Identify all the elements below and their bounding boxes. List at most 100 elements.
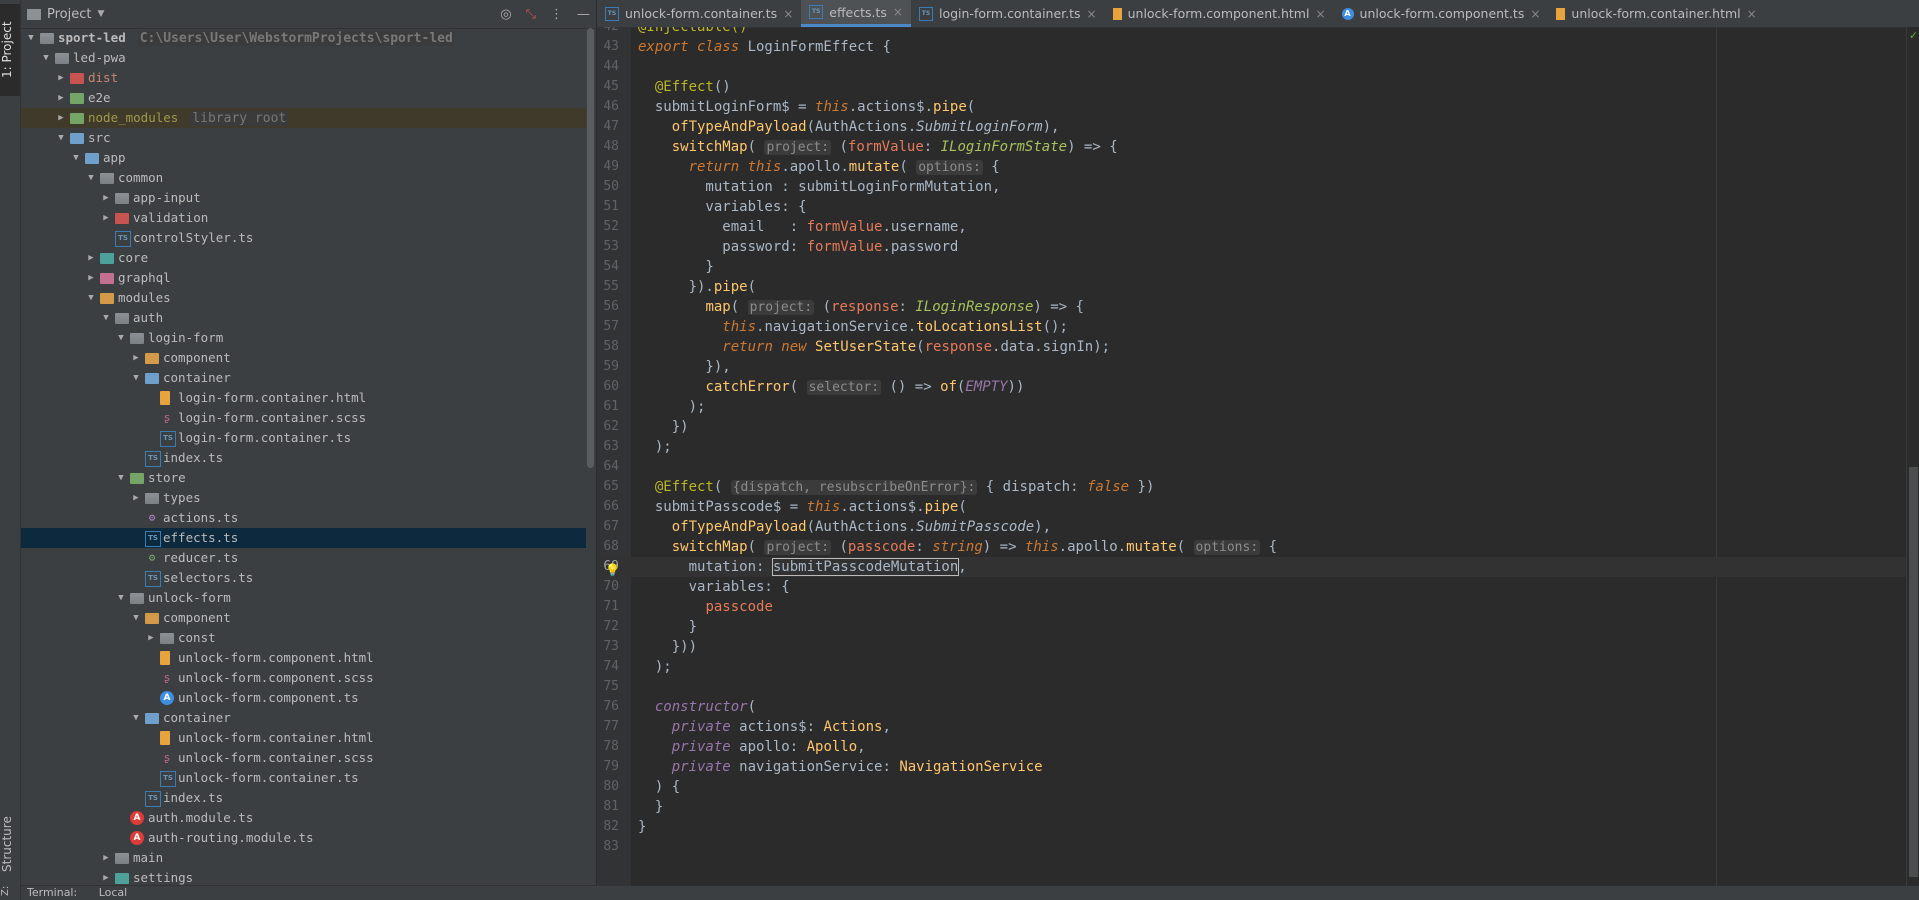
code-line[interactable]: 48 switchMap( project: (formValue: ILogi… [597, 137, 1919, 157]
tree-item[interactable]: ⚙ actions.ts [21, 508, 586, 528]
editor-tab[interactable]: unlock-form.container.html × [1548, 0, 1764, 27]
tree-item[interactable]: ʂ login-form.container.scss [21, 408, 586, 428]
close-icon[interactable]: × [783, 7, 793, 21]
tree-item[interactable]: ▶ app-input [21, 188, 586, 208]
code-line[interactable]: 55 }).pipe( [597, 277, 1919, 297]
code-line[interactable]: 43 export class LoginFormEffect { [597, 37, 1919, 57]
tree-item[interactable]: TS unlock-form.container.ts [21, 768, 586, 788]
terminal-tab[interactable]: Terminal: [27, 886, 77, 899]
code-line[interactable]: 60 catchError( selector: () => of(EMPTY)… [597, 377, 1919, 397]
tree-item[interactable]: ▼ modules [21, 288, 586, 308]
code-area[interactable]: 42 @Injectable() 43 export class LoginFormE… [597, 27, 1919, 886]
code-line[interactable]: 80 ) { [597, 777, 1919, 797]
tree-item[interactable]: ▼ app [21, 148, 586, 168]
terminal-local-tab[interactable]: Local [99, 886, 128, 899]
code-line[interactable]: 53 password: formValue.password [597, 237, 1919, 257]
code-line[interactable]: 58 return new SetUserState(response.data… [597, 337, 1919, 357]
code-line[interactable]: 78 private apollo: Apollo, [597, 737, 1919, 757]
tree-item[interactable]: TS controlStyler.ts [21, 228, 586, 248]
tree-item[interactable]: TS login-form.container.ts [21, 428, 586, 448]
editor-tab[interactable]: TS login-form.container.ts × [911, 0, 1105, 27]
code-line[interactable]: 67 ofTypeAndPayload(AuthActions.SubmitPa… [597, 517, 1919, 537]
code-line[interactable]: 57 this.navigationService.toLocationsLis… [597, 317, 1919, 337]
tree-item[interactable]: ▼ login-form [21, 328, 586, 348]
expanded-arrow-icon[interactable]: ▼ [115, 588, 127, 608]
expanded-arrow-icon[interactable]: ▼ [85, 288, 97, 308]
collapse-all-icon[interactable]: ⤡ [526, 7, 536, 22]
collapsed-arrow-icon[interactable]: ▶ [55, 88, 67, 108]
tree-item[interactable]: ▶ dist [21, 68, 586, 88]
expanded-arrow-icon[interactable]: ▼ [130, 368, 142, 388]
tree-item[interactable]: ▼ component [21, 608, 586, 628]
close-icon[interactable]: × [893, 5, 903, 19]
editor-scrollbar-thumb[interactable] [1909, 467, 1918, 877]
tree-item[interactable]: unlock-form.container.html [21, 728, 586, 748]
tree-item[interactable]: ▶ main [21, 848, 586, 868]
code-line[interactable]: 62 }) [597, 417, 1919, 437]
project-view-selector[interactable]: Project ▼ [27, 7, 104, 22]
code-line[interactable]: 59 }), [597, 357, 1919, 377]
tree-item[interactable]: TS effects.ts [21, 528, 586, 548]
expanded-arrow-icon[interactable]: ▼ [70, 148, 82, 168]
tree-item[interactable]: ▶ node_modules library root [21, 108, 586, 128]
tree-item[interactable]: Aauth-routing.module.ts [21, 828, 586, 848]
tree-item[interactable]: ▶ validation [21, 208, 586, 228]
code-line[interactable]: 76 constructor( [597, 697, 1919, 717]
collapsed-arrow-icon[interactable]: ▶ [55, 68, 67, 88]
tree-item[interactable]: TS index.ts [21, 788, 586, 808]
code-line[interactable]: 45 @Effect() [597, 77, 1919, 97]
tree-item[interactable]: ▼ store [21, 468, 586, 488]
code-line[interactable]: 56 map( project: (response: ILoginRespon… [597, 297, 1919, 317]
collapsed-arrow-icon[interactable]: ▶ [55, 108, 67, 128]
editor-tab[interactable]: TS unlock-form.container.ts × [597, 0, 801, 27]
code-line[interactable]: 79 private navigationService: Navigation… [597, 757, 1919, 777]
tree-item[interactable]: ▼ src [21, 128, 586, 148]
tree-item[interactable]: ʂ unlock-form.container.scss [21, 748, 586, 768]
expanded-arrow-icon[interactable]: ▼ [130, 708, 142, 728]
expanded-arrow-icon[interactable]: ▼ [115, 328, 127, 348]
tree-item[interactable]: Aauth.module.ts [21, 808, 586, 828]
code-line[interactable]: 68 switchMap( project: (passcode: string… [597, 537, 1919, 557]
tree-item[interactable]: ▼ auth [21, 308, 586, 328]
code-line[interactable]: 63 ); [597, 437, 1919, 457]
collapsed-arrow-icon[interactable]: ▶ [130, 488, 142, 508]
tree-item[interactable]: Aunlock-form.component.ts [21, 688, 586, 708]
code-line[interactable]: 74 ); [597, 657, 1919, 677]
tree-item[interactable]: ʂ unlock-form.component.scss [21, 668, 586, 688]
code-line[interactable]: 47 ofTypeAndPayload(AuthActions.SubmitLo… [597, 117, 1919, 137]
code-line[interactable]: 51 variables: { [597, 197, 1919, 217]
expanded-arrow-icon[interactable]: ▼ [40, 48, 52, 68]
editor-tab[interactable]: TS effects.ts × [801, 0, 911, 27]
tree-item[interactable]: ▶ component [21, 348, 586, 368]
code-line[interactable]: 77 private actions$: Actions, [597, 717, 1919, 737]
collapsed-arrow-icon[interactable]: ▶ [85, 248, 97, 268]
code-line[interactable]: 49 return this.apollo.mutate( options: { [597, 157, 1919, 177]
tool-tab-z[interactable]: Z: [0, 882, 20, 900]
code-line[interactable]: 66 submitPasscode$ = this.actions$.pipe( [597, 497, 1919, 517]
expanded-arrow-icon[interactable]: ▼ [100, 308, 112, 328]
code-line[interactable]: 70 variables: { [597, 577, 1919, 597]
editor-scrollbar[interactable] [1906, 27, 1919, 886]
code-line[interactable]: 54 } [597, 257, 1919, 277]
code-line[interactable]: 73 })) [597, 637, 1919, 657]
tree-item[interactable]: ▶ graphql [21, 268, 586, 288]
collapsed-arrow-icon[interactable]: ▶ [145, 628, 157, 648]
tree-item[interactable]: ▼ led-pwa [21, 48, 586, 68]
tree-item[interactable]: login-form.container.html [21, 388, 586, 408]
collapsed-arrow-icon[interactable]: ▶ [85, 268, 97, 288]
code-line[interactable]: 72 } [597, 617, 1919, 637]
code-line[interactable]: 42 @Injectable() [597, 27, 1919, 37]
code-line[interactable]: 52 email : formValue.username, [597, 217, 1919, 237]
inspection-ok-icon[interactable]: ✓ [1910, 28, 1917, 42]
code-line[interactable]: 71 passcode [597, 597, 1919, 617]
collapsed-arrow-icon[interactable]: ▶ [100, 208, 112, 228]
close-icon[interactable]: × [1747, 7, 1757, 21]
tool-tab-project[interactable]: 1: Project [0, 4, 20, 96]
close-icon[interactable]: × [1530, 7, 1540, 21]
expanded-arrow-icon[interactable]: ▼ [115, 468, 127, 488]
tree-item[interactable]: TS index.ts [21, 448, 586, 468]
tree-item[interactable]: ▶ const [21, 628, 586, 648]
collapsed-arrow-icon[interactable]: ▶ [100, 848, 112, 868]
collapsed-arrow-icon[interactable]: ▶ [100, 188, 112, 208]
tree-item[interactable]: ▼ common [21, 168, 586, 188]
